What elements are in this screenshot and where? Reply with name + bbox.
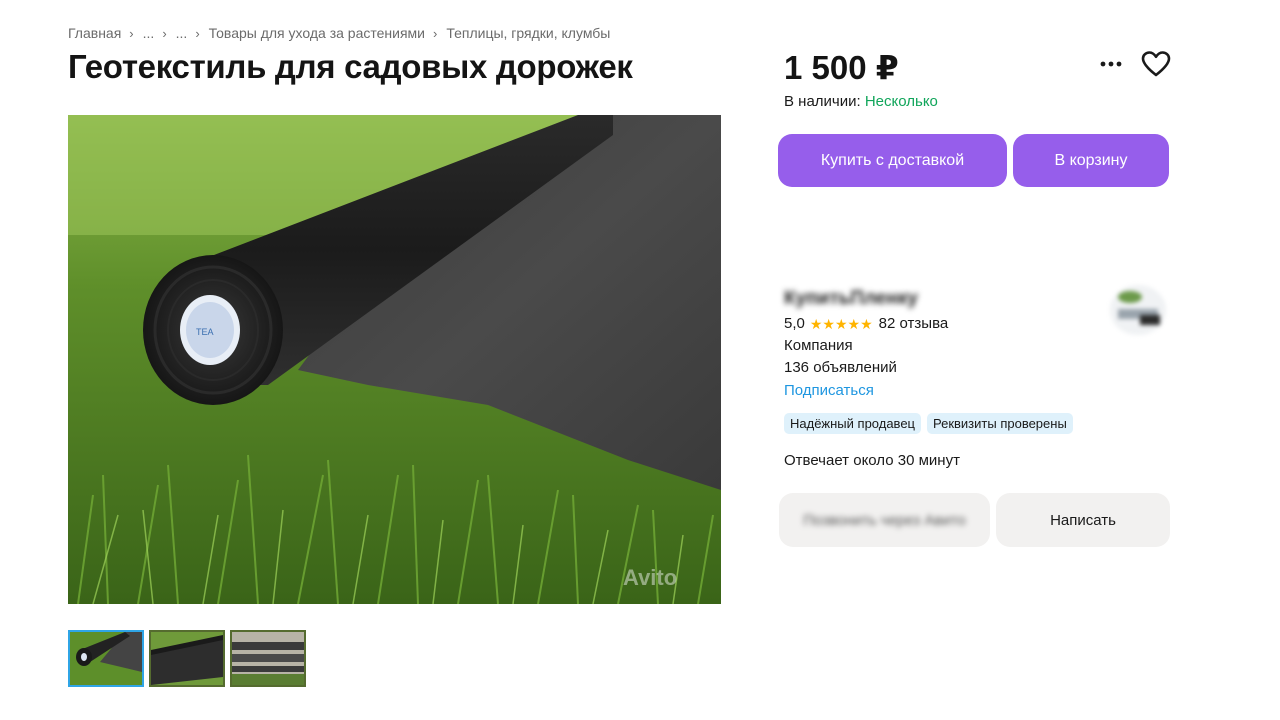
seller-avatar[interactable] (1110, 285, 1166, 335)
write-message-button[interactable]: Написать (996, 493, 1170, 547)
seller-listings-count[interactable]: 136 объявлений (784, 359, 897, 376)
star-icon: ★ (847, 315, 861, 332)
response-time: Отвечает около 30 минут (784, 452, 960, 469)
stock-label: В наличии: (784, 93, 861, 110)
thumbnail-3[interactable] (230, 630, 306, 687)
subscribe-link[interactable]: Подписаться (784, 382, 874, 399)
breadcrumb: Главная › ... › ... › Товары для ухода з… (68, 25, 610, 41)
badge-verified-details[interactable]: Реквизиты проверены (927, 413, 1073, 434)
breadcrumb-item-greenhouses[interactable]: Теплицы, грядки, клумбы (446, 25, 610, 41)
product-main-image[interactable]: TEA Avito (68, 115, 721, 604)
avito-watermark: Avito (623, 565, 677, 590)
thumbnail-strip (68, 630, 306, 687)
breadcrumb-separator-icon: › (129, 25, 134, 41)
thumbnail-2[interactable] (149, 630, 225, 687)
product-price: 1 500 ₽ (784, 49, 899, 86)
breadcrumb-item-plant-care[interactable]: Товары для ухода за растениями (209, 25, 425, 41)
svg-text:TEA: TEA (196, 327, 214, 337)
star-icon: ★ (809, 315, 823, 332)
call-via-avito-button[interactable]: Позвонить через Авито (779, 493, 990, 547)
seller-type: Компания (784, 337, 853, 354)
breadcrumb-separator-icon: › (162, 25, 167, 41)
page-title: Геотекстиль для садовых дорожек (68, 48, 633, 85)
star-icon: ★ (822, 315, 835, 332)
add-to-cart-button[interactable]: В корзину (1013, 134, 1169, 187)
breadcrumb-item-home[interactable]: Главная (68, 25, 121, 41)
stock-value: Несколько (864, 93, 938, 110)
stock-status: В наличии: Несколько (784, 93, 938, 110)
badge-reliable-seller[interactable]: Надёжный продавец (784, 413, 921, 434)
breadcrumb-item-collapsed-2[interactable]: ... (176, 25, 188, 41)
breadcrumb-separator-icon: › (195, 25, 200, 41)
star-icon: ★ (834, 315, 848, 332)
more-dots-icon[interactable] (1098, 52, 1124, 76)
buy-with-delivery-button[interactable]: Купить с доставкой (778, 134, 1007, 187)
call-button-label: Позвонить через Авито (803, 511, 966, 529)
thumbnail-1[interactable] (68, 630, 144, 687)
breadcrumb-separator-icon: › (432, 25, 438, 41)
seller-reviews-link[interactable]: 82 отзыва (879, 315, 949, 332)
seller-badges: Надёжный продавец Реквизиты проверены (784, 413, 1073, 434)
seller-rating-value: 5,0 (784, 315, 805, 332)
breadcrumb-item-collapsed-1[interactable]: ... (143, 25, 155, 41)
seller-rating-row: 5,0 ★ ★ ★ ★ ★ 82 отзыва (784, 315, 948, 332)
heart-outline-icon[interactable] (1141, 50, 1171, 78)
seller-name[interactable]: КупитьПленку (784, 288, 918, 310)
star-icon: ★ (860, 315, 873, 332)
rating-stars: ★ ★ ★ ★ ★ (810, 317, 873, 331)
